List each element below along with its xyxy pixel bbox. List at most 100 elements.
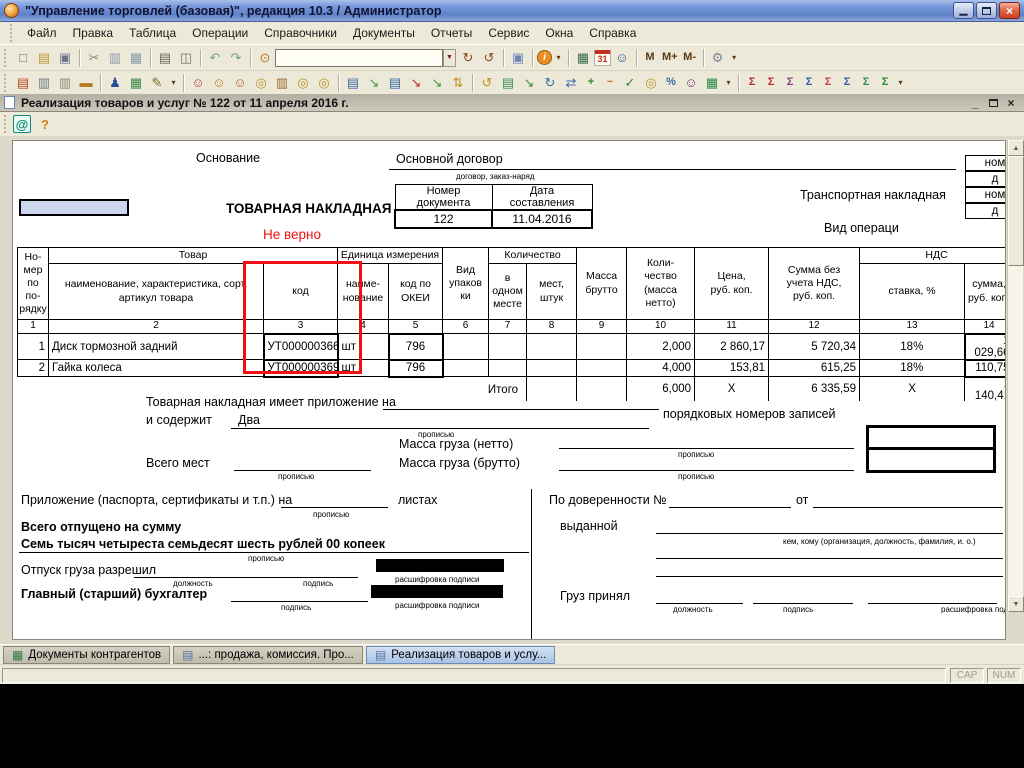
close-button[interactable]: ×	[999, 2, 1020, 19]
pos-terminal-icon[interactable]: ▦	[126, 73, 146, 93]
menu-documents[interactable]: Документы	[345, 23, 423, 43]
maximize-button[interactable]	[976, 2, 997, 19]
receipt-printer-icon[interactable]: ▥	[55, 73, 75, 93]
find-next-icon[interactable]: ↻	[458, 48, 478, 68]
cell-gross[interactable]	[577, 360, 627, 377]
doc-remove-icon[interactable]: −	[601, 73, 619, 93]
coins-refresh-icon[interactable]: ↺	[477, 73, 497, 93]
calculator-icon[interactable]: ▦	[573, 48, 593, 68]
menu-table[interactable]: Таблица	[121, 23, 184, 43]
open-icon[interactable]: ▤	[34, 48, 54, 68]
paste-icon[interactable]: ▦	[126, 48, 146, 68]
buyer-report-icon[interactable]: ▤	[385, 73, 405, 93]
cut-icon[interactable]: ✂	[84, 48, 104, 68]
doc-number-value[interactable]: 122	[395, 210, 492, 228]
menu-file[interactable]: Файл	[19, 23, 65, 43]
new-document-icon[interactable]: □	[13, 48, 33, 68]
cell-vat-rate[interactable]: 18%	[860, 360, 965, 377]
buyer-document-icon[interactable]: ▤	[343, 73, 363, 93]
minimize-button[interactable]: ▁	[953, 2, 974, 19]
tools-icon[interactable]: ⚙	[708, 48, 728, 68]
enterprise-icon[interactable]: ▥	[272, 73, 292, 93]
cell-name[interactable]: Диск тормозной задний	[49, 334, 264, 360]
doc-close-button[interactable]: ×	[1002, 95, 1020, 110]
tab-contractor-documents[interactable]: ▦ Документы контрагентов	[3, 646, 170, 664]
print-icon[interactable]: ▤	[155, 48, 175, 68]
cell-pack[interactable]	[443, 360, 489, 377]
scroll-up-arrow[interactable]: ▲	[1008, 140, 1024, 156]
scrollbar-thumb[interactable]	[1008, 156, 1024, 266]
cell-amount[interactable]: 5 720,34	[769, 334, 860, 360]
cell-places[interactable]	[527, 360, 577, 377]
info-icon[interactable]: i	[537, 50, 552, 65]
menu-reports[interactable]: Отчеты	[423, 23, 480, 43]
help-icon[interactable]: ?	[35, 114, 55, 134]
vertical-scrollbar[interactable]: ▲ ▼	[1007, 140, 1023, 612]
coins-icon[interactable]: ◎	[314, 73, 334, 93]
reports-dropdown-icon[interactable]: ▾	[895, 73, 906, 93]
cell-places[interactable]	[527, 334, 577, 360]
search-dropdown-button[interactable]: ▼	[443, 49, 456, 67]
sigma-red-icon[interactable]: Σ	[819, 73, 837, 93]
cash-receipt-icon[interactable]: ◎	[251, 73, 271, 93]
doc-refresh-icon[interactable]: ↻	[540, 73, 560, 93]
sigma-blue-icon[interactable]: Σ	[838, 73, 856, 93]
equipment-dropdown-icon[interactable]: ▾	[168, 73, 179, 93]
receipt-arrow-icon[interactable]: ↘	[406, 73, 426, 93]
sigma-group-icon[interactable]: Σ	[781, 73, 799, 93]
menu-references[interactable]: Справочники	[256, 23, 345, 43]
cell-okei[interactable]: 796	[389, 360, 443, 377]
cell-num[interactable]: 2	[18, 360, 49, 377]
find-icon[interactable]: ⊙	[255, 48, 275, 68]
doc-money-icon[interactable]: ▤	[498, 73, 518, 93]
coins-exchange-icon[interactable]: ⇅	[448, 73, 468, 93]
cell-vat-amount[interactable]: 1 029,66	[965, 334, 1006, 360]
doc-exchange-icon[interactable]: ⇄	[561, 73, 581, 93]
basis-value[interactable]: Основной договор	[396, 152, 503, 166]
cell-in-place[interactable]	[489, 334, 527, 360]
customer-order-icon[interactable]: ☺	[188, 73, 208, 93]
cell-in-place[interactable]	[489, 360, 527, 377]
buyers-icon[interactable]: ♟	[105, 73, 125, 93]
print-preview-icon[interactable]: ◫	[176, 48, 196, 68]
sigma-table-icon[interactable]: Σ	[857, 73, 875, 93]
doc-customer-icon[interactable]: ☺	[681, 73, 701, 93]
doc-restore-button[interactable]	[984, 95, 1002, 110]
tools-dropdown-icon[interactable]: ▾	[729, 48, 740, 68]
contains-value[interactable]: Два	[238, 413, 260, 427]
fiscal-printer-icon[interactable]: ▥	[34, 73, 54, 93]
memory-subtract-icon[interactable]: M-	[681, 48, 699, 68]
tab-sales-commission[interactable]: ▤ ...: продажа, комиссия. Про...	[173, 646, 363, 664]
shipment-arrow-icon[interactable]: ↘	[427, 73, 447, 93]
memory-add-icon[interactable]: M+	[660, 48, 680, 68]
redo-icon[interactable]: ↷	[226, 48, 246, 68]
sigma-doc-icon[interactable]: Σ	[800, 73, 818, 93]
doc-add-icon[interactable]: +	[582, 73, 600, 93]
menu-operations[interactable]: Операции	[184, 23, 256, 43]
doc-minimize-button[interactable]: _	[966, 95, 984, 110]
cell-price[interactable]: 2 860,17	[695, 334, 769, 360]
customer-invoice-icon[interactable]: ☺	[209, 73, 229, 93]
sigma-customer-icon[interactable]: Σ	[743, 73, 761, 93]
cell-qty[interactable]: 4,000	[627, 360, 695, 377]
save-icon[interactable]: ▣	[55, 48, 75, 68]
doc-date-value[interactable]: 11.04.2016	[492, 210, 592, 228]
menu-help[interactable]: Справка	[581, 23, 644, 43]
menu-service[interactable]: Сервис	[480, 23, 537, 43]
cell-qty[interactable]: 2,000	[627, 334, 695, 360]
search-input[interactable]	[275, 49, 443, 67]
calendar-icon[interactable]: 31	[594, 50, 611, 66]
tab-goods-sale[interactable]: ▤ Реализация товаров и услу...	[366, 646, 555, 664]
menu-windows[interactable]: Окна	[537, 23, 581, 43]
cash-out-icon[interactable]: ◎	[293, 73, 313, 93]
coins-list-icon[interactable]: ◎	[641, 73, 661, 93]
sigma-customers-icon[interactable]: Σ	[762, 73, 780, 93]
cell-name[interactable]: Гайка колеса	[49, 360, 264, 377]
user-settings-icon[interactable]: ☺	[612, 48, 632, 68]
edit-report-icon[interactable]: ✎	[147, 73, 167, 93]
find-previous-icon[interactable]: ↺	[479, 48, 499, 68]
sigma-check-icon[interactable]: Σ	[876, 73, 894, 93]
cash-drawer-icon[interactable]: ▤	[13, 73, 33, 93]
cell-pack[interactable]	[443, 334, 489, 360]
copy-icon[interactable]: ▥	[105, 48, 125, 68]
